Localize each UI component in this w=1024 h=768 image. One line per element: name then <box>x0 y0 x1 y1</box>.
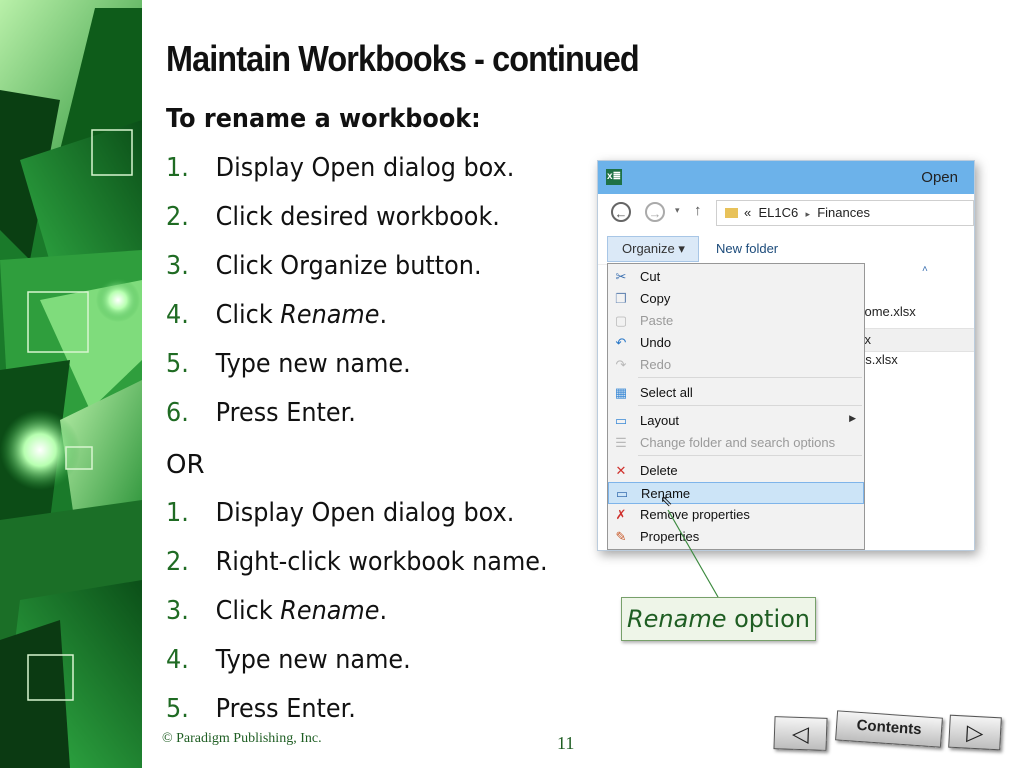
left-triangle-icon: ◁ <box>791 720 810 747</box>
contents-label: Contents <box>856 716 923 739</box>
previous-slide-button[interactable]: ◁ <box>773 716 828 751</box>
callout-italic: Rename <box>626 605 727 633</box>
mouse-pointer-icon: ⇖ <box>660 493 673 510</box>
next-slide-button[interactable]: ▷ <box>948 714 1002 751</box>
copyright-footer: © Paradigm Publishing, Inc. <box>162 731 322 746</box>
page-number: 11 <box>557 733 575 753</box>
callout-text: option <box>726 605 811 633</box>
right-triangle-icon: ▷ <box>965 719 985 746</box>
rename-callout: Rename option <box>621 597 816 641</box>
callout-leader-line <box>667 509 719 598</box>
